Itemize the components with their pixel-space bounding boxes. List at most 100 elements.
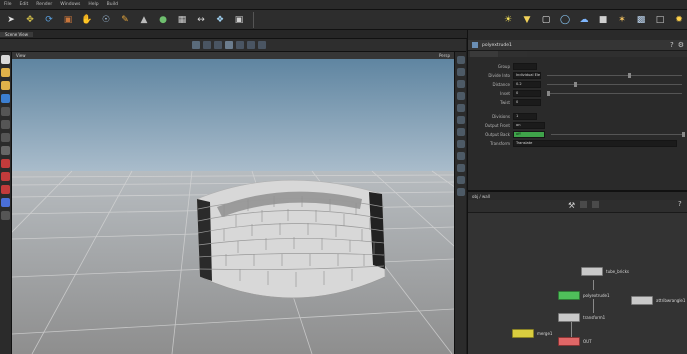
point-snap-icon[interactable]	[1, 185, 10, 194]
select-tool-icon[interactable]	[1, 55, 10, 64]
display-grid-icon[interactable]	[457, 164, 465, 172]
display-points-icon[interactable]	[457, 56, 465, 64]
gi-icon[interactable]: ✶	[614, 13, 630, 27]
paint-icon[interactable]: ●	[155, 13, 171, 27]
display-bounds-icon[interactable]	[457, 140, 465, 148]
transform-tool-icon[interactable]	[1, 68, 10, 77]
network-help-icon[interactable]: ?	[678, 200, 682, 208]
display-normals-icon[interactable]	[457, 68, 465, 76]
node-body-active[interactable]	[558, 291, 580, 300]
node-merge[interactable]: merge1	[512, 329, 552, 338]
wrench-icon[interactable]: ⚒	[568, 201, 575, 210]
node-body-display[interactable]	[558, 337, 580, 346]
camera-view-icon[interactable]	[225, 41, 233, 49]
node-attribwrangle[interactable]: attribwrangle1	[631, 296, 685, 305]
move-icon[interactable]: ✥	[22, 13, 38, 27]
menu-item-windows[interactable]: Windows	[56, 2, 84, 7]
light-icon[interactable]: ☀	[500, 13, 516, 27]
select-icon[interactable]: ➤	[3, 13, 19, 27]
display-bg-icon[interactable]	[457, 128, 465, 136]
display-uv-icon[interactable]	[457, 80, 465, 88]
display-guides-icon[interactable]	[457, 152, 465, 160]
viewport-nav-label[interactable]: View	[16, 53, 26, 58]
env-light-icon[interactable]: ◯	[557, 13, 573, 27]
snap-tool-icon[interactable]	[1, 146, 10, 155]
sky-icon[interactable]: ☁	[576, 13, 592, 27]
node-body[interactable]	[581, 267, 603, 276]
magnet-tool-icon[interactable]	[1, 159, 10, 168]
param-field[interactable]: on	[513, 121, 545, 129]
help-icon[interactable]: ?	[670, 41, 674, 49]
network-path-label[interactable]: obj / wall	[468, 194, 490, 199]
param-slider[interactable]	[547, 90, 682, 96]
spotlight-icon[interactable]: ▼	[519, 13, 535, 27]
node-transform[interactable]: transform1	[558, 313, 605, 322]
param-slider[interactable]	[547, 72, 682, 78]
display-camera-icon[interactable]	[457, 176, 465, 184]
menu-item-build[interactable]: Build	[103, 2, 122, 7]
display-light-icon[interactable]	[457, 104, 465, 112]
display-shade-icon[interactable]	[457, 92, 465, 100]
gear-icon[interactable]: ⚙	[678, 41, 684, 49]
param-field[interactable]	[513, 62, 537, 70]
brush-icon[interactable]: ✎	[117, 13, 133, 27]
params-tab-main[interactable]	[470, 51, 498, 57]
grid-snap-icon[interactable]	[1, 172, 10, 181]
pose-icon[interactable]: ☉	[98, 13, 114, 27]
param-field[interactable]: Translate	[513, 139, 677, 147]
measure-icon[interactable]: ↔	[193, 13, 209, 27]
rotate-tool-icon[interactable]	[1, 81, 10, 90]
rotate-icon[interactable]: ⟳	[41, 13, 57, 27]
menu-item-edit[interactable]: Edit	[16, 2, 33, 7]
node-body[interactable]	[558, 313, 580, 322]
handle-tool-icon[interactable]	[1, 107, 10, 116]
snap-icon[interactable]: ❖	[212, 13, 228, 27]
param-node-name[interactable]: polyextrude1	[482, 43, 512, 48]
menu-item-help[interactable]: Help	[84, 2, 102, 7]
scale-tool-icon[interactable]	[1, 94, 10, 103]
display-options-icon[interactable]	[192, 41, 200, 49]
camera-icon[interactable]: ▣	[231, 13, 247, 27]
layout-icon[interactable]	[592, 201, 599, 208]
snap-grid-icon[interactable]	[580, 201, 587, 208]
handle-icon[interactable]: ✋	[79, 13, 95, 27]
view-tool-icon[interactable]	[1, 120, 10, 129]
edge-snap-icon[interactable]	[1, 198, 10, 207]
volume-icon[interactable]: ▩	[633, 13, 649, 27]
node-tube-bricks[interactable]: tube_bricks	[581, 267, 629, 276]
lighting-icon[interactable]	[247, 41, 255, 49]
menu-item-file[interactable]: File	[0, 2, 16, 7]
viewport-camera-label[interactable]: Persp	[439, 53, 454, 58]
node-body[interactable]	[631, 296, 653, 305]
param-field[interactable]: 0	[513, 98, 541, 106]
param-slider[interactable]	[547, 81, 682, 87]
sculpt-icon[interactable]: ▲	[136, 13, 152, 27]
node-polyextrude[interactable]: polyextrude1	[558, 291, 610, 300]
param-field-green[interactable]: off	[513, 130, 545, 138]
area-light-icon[interactable]: ▢	[538, 13, 554, 27]
display-ao-icon[interactable]	[457, 116, 465, 124]
grid-icon[interactable]	[236, 41, 244, 49]
param-field[interactable]: 1	[513, 112, 537, 120]
camera-rig-icon[interactable]: ■	[595, 13, 611, 27]
tab-scene-view[interactable]: Scene View	[0, 31, 33, 37]
ghost-icon[interactable]	[258, 41, 266, 49]
display-stats-icon[interactable]	[457, 188, 465, 196]
param-field[interactable]: Individual Elements	[513, 71, 541, 79]
shading-icon[interactable]	[203, 41, 211, 49]
param-slider[interactable]	[551, 131, 685, 137]
params-tab-extrusion[interactable]	[499, 51, 527, 57]
param-field[interactable]: 0.2	[513, 80, 541, 88]
wireframe-icon[interactable]	[214, 41, 222, 49]
lock-icon[interactable]	[1, 211, 10, 220]
node-body-bypass[interactable]	[512, 329, 534, 338]
group-icon[interactable]: ▦	[174, 13, 190, 27]
network-editor[interactable]: obj / wall ⚒ ? tube_bricks polyextrude1 …	[467, 190, 687, 354]
pivot-tool-icon[interactable]	[1, 133, 10, 142]
menu-item-render[interactable]: Render	[32, 2, 56, 7]
scale-icon[interactable]: ▣	[60, 13, 76, 27]
param-field[interactable]: 0	[513, 89, 541, 97]
3d-viewport[interactable]	[12, 59, 454, 354]
sun-icon[interactable]: ✹	[671, 13, 687, 27]
portal-icon[interactable]: □	[652, 13, 668, 27]
